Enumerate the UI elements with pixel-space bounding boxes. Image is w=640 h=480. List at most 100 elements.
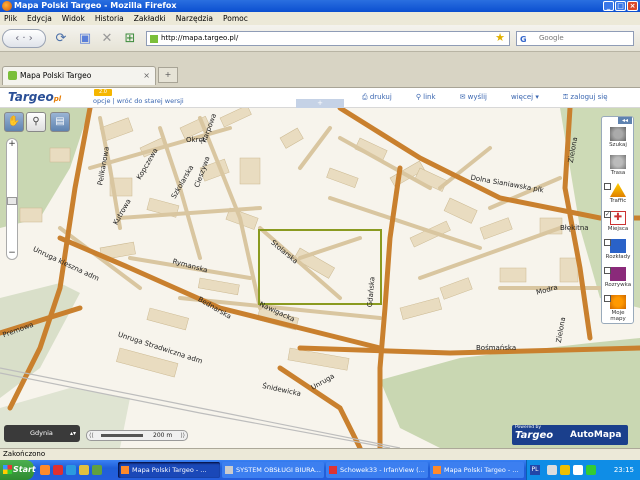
zoom-slider-knob[interactable] [7, 197, 17, 205]
search-tool[interactable]: Szukaj [604, 127, 632, 148]
select-arrow-icon: ▴▾ [69, 430, 76, 437]
powered-by-badge[interactable]: Powered by Targeo AutoMapa [512, 425, 628, 445]
search-placeholder: Google [539, 34, 564, 42]
menu-edycja[interactable]: Edycja [27, 14, 52, 23]
tab-bar: Mapa Polski Targeo × + [0, 52, 640, 88]
windows-logo-icon [3, 465, 12, 474]
my-maps-tool[interactable]: Moje mapy [604, 295, 632, 322]
scale-left-arrow[interactable]: ⟨⟨ [89, 431, 94, 440]
tray-network-icon[interactable] [547, 465, 557, 475]
tray-volume-icon[interactable] [573, 465, 583, 475]
url-text: http://mapa.targeo.pl/ [161, 34, 239, 42]
entertainment-icon [610, 267, 626, 281]
route-icon [610, 155, 626, 169]
google-icon: G [520, 35, 527, 44]
places-icon: ✚ [610, 211, 626, 225]
quicklaunch-app2-icon[interactable] [92, 465, 102, 475]
tab-close-icon[interactable]: × [143, 67, 150, 84]
right-tool-panel: ◂◂ Szukaj Trasa Traffic ✓ ✚ Miejsca Rozk… [601, 116, 634, 324]
search-input[interactable]: G Google [516, 31, 634, 46]
menu-zakladki[interactable]: Zakładki [134, 14, 166, 23]
home-icon[interactable]: ▣ [76, 30, 94, 47]
navigation-toolbar: ‹ · › ⟳ ▣ ✕ ⊞ http://mapa.targeo.pl/ ★ G… [0, 25, 640, 52]
reload-icon[interactable]: ⟳ [52, 30, 70, 47]
link-link[interactable]: ⚲ link [416, 93, 436, 102]
start-button[interactable]: Start [0, 460, 36, 480]
city-select[interactable]: Gdynia ▴▾ [4, 425, 80, 442]
star-icon[interactable]: ★ [495, 31, 505, 44]
menu-plik[interactable]: Plik [4, 14, 17, 23]
irfanview-icon [329, 466, 337, 474]
quicklaunch-folder-icon[interactable] [79, 465, 89, 475]
zoom-slider[interactable]: + − [6, 138, 18, 260]
zoom-in-icon[interactable]: + [8, 140, 16, 149]
status-bar: Zakończono [0, 448, 640, 460]
tray-app-icon[interactable] [560, 465, 570, 475]
firefox-icon [433, 466, 441, 474]
maximize-button[interactable]: □ [615, 1, 626, 11]
taskbar-item-system[interactable]: SYSTEM OBSŁUGI BIURA... [222, 462, 324, 478]
layers-icon[interactable]: ▤ [50, 112, 70, 132]
language-indicator[interactable]: PL [530, 465, 540, 475]
new-tab-button[interactable]: + [158, 67, 178, 83]
traffic-checkbox[interactable] [604, 183, 611, 190]
taskbar-item-irfanview[interactable]: Schowek33 - IrfanView (... [326, 462, 428, 478]
tab-favicon [8, 71, 17, 80]
quicklaunch-ie-icon[interactable] [66, 465, 76, 475]
site-links-left[interactable]: opcje | wróć do starej wersji [93, 97, 184, 105]
zoom-tool-icon[interactable]: ⚲ [26, 112, 46, 132]
stop-icon[interactable]: ✕ [98, 30, 116, 47]
tab-title: Mapa Polski Targeo [20, 71, 92, 80]
close-button[interactable]: × [627, 1, 638, 11]
street-label: Błękitna [560, 224, 589, 232]
url-bar[interactable]: http://mapa.targeo.pl/ ★ [146, 31, 510, 46]
back-forward-button[interactable]: ‹ · › [2, 29, 46, 48]
more-link[interactable]: więcej ▾ [511, 93, 539, 102]
timetable-checkbox[interactable] [604, 239, 611, 246]
login-link[interactable]: ⚿ zaloguj się [563, 93, 608, 102]
menu-widok[interactable]: Widok [62, 14, 85, 23]
map-view[interactable]: Zielona Dolna Sianiawska plk Błękitna Mo… [0, 108, 640, 448]
scale-control[interactable]: ⟨⟨ 200 m ⟩⟩ [86, 430, 188, 441]
menu-bar: Plik Edycja Widok Historia Zakładki Narz… [0, 12, 640, 25]
taskbar-item-firefox-2[interactable]: Mapa Polski Targeo - ... [430, 462, 524, 478]
menu-narzedzia[interactable]: Narzędzia [176, 14, 213, 23]
clock: 23:15 [613, 466, 634, 474]
traffic-tool[interactable]: Traffic [604, 183, 632, 204]
scale-bar [101, 434, 143, 437]
send-link[interactable]: ✉ wyślij [460, 93, 487, 102]
menu-pomoc[interactable]: Pomoc [223, 14, 248, 23]
map-tab-toggle[interactable]: + [296, 99, 344, 108]
collapse-panel-icon[interactable]: ◂◂ [618, 117, 632, 124]
firefox-icon [121, 466, 129, 474]
places-tool[interactable]: ✓ ✚ Miejsca [604, 211, 632, 232]
timetable-tool[interactable]: Rozkłady [604, 239, 632, 260]
targeo-logo[interactable]: Targeopl [8, 90, 61, 104]
scale-value: 200 m [153, 432, 173, 439]
firefox-icon [2, 1, 12, 11]
taskbar-item-firefox[interactable]: Mapa Polski Targeo - ... [118, 462, 220, 478]
bookmark-add-icon[interactable]: ⊞ [121, 30, 139, 47]
places-checkbox[interactable]: ✓ [604, 211, 611, 218]
version-badge: 2.0 [94, 89, 112, 96]
pan-hand-icon[interactable]: ✋ [4, 112, 24, 132]
tab-mapa-polski[interactable]: Mapa Polski Targeo × [2, 66, 156, 85]
entertainment-checkbox[interactable] [604, 267, 611, 274]
street-label: Bośmańska [476, 344, 517, 352]
traffic-icon [610, 183, 626, 197]
tray-security-icon[interactable] [586, 465, 596, 475]
system-tray: PL 23:15 [526, 460, 640, 480]
search-icon [610, 127, 626, 141]
menu-historia[interactable]: Historia [95, 14, 124, 23]
scale-right-arrow[interactable]: ⟩⟩ [180, 431, 185, 440]
print-link[interactable]: ⎙ drukuj [362, 93, 392, 102]
quicklaunch-firefox-icon[interactable] [40, 465, 50, 475]
site-links-right: ⎙ drukuj ⚲ link ✉ wyślij więcej ▾ ⚿ zalo… [362, 93, 632, 102]
my-maps-checkbox[interactable] [604, 295, 611, 302]
firefox-window: Mapa Polski Targeo - Mozilla Firefox _ □… [0, 0, 640, 480]
route-tool[interactable]: Trasa [604, 155, 632, 176]
minimize-button[interactable]: _ [603, 1, 614, 11]
quicklaunch-app-icon[interactable] [53, 465, 63, 475]
zoom-out-icon[interactable]: − [8, 249, 16, 258]
entertainment-tool[interactable]: Rozrywka [604, 267, 632, 288]
